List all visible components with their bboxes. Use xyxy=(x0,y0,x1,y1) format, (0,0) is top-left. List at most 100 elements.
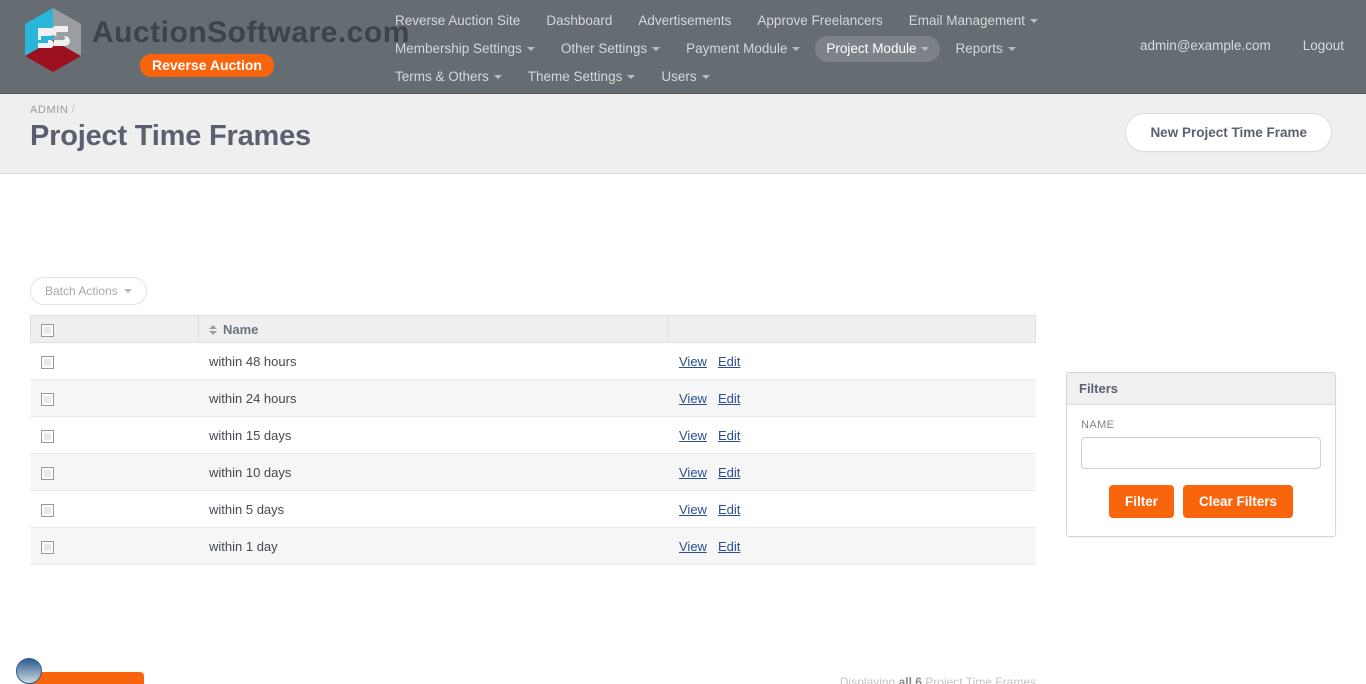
main-content: Batch Actions Name within 48 hours View … xyxy=(0,174,1366,684)
filter-name-input[interactable] xyxy=(1081,437,1321,469)
nav-item-payment-module[interactable]: Payment Module xyxy=(675,36,811,62)
nav-item-theme-settings[interactable]: Theme Settings xyxy=(517,64,647,90)
table-row: within 10 days View Edit xyxy=(30,453,1036,491)
nav-item-advertisements[interactable]: Advertisements xyxy=(627,8,742,34)
nav-label: Approve Freelancers xyxy=(757,13,883,28)
account-area: admin@example.com Logout xyxy=(1140,38,1344,53)
chevron-down-icon xyxy=(123,289,132,293)
nav-item-email-management[interactable]: Email Management xyxy=(898,8,1049,34)
chevron-down-icon xyxy=(526,47,535,51)
displaying-count: all 6 xyxy=(898,675,922,684)
row-select-cell xyxy=(30,379,199,417)
displaying-prefix: Displaying xyxy=(839,675,896,684)
nav-label: Advertisements xyxy=(638,13,732,28)
nav-label: Membership Settings xyxy=(395,41,522,56)
main-menu: Reverse Auction Site Dashboard Advertise… xyxy=(382,7,1152,91)
chevron-down-icon xyxy=(1030,19,1039,23)
row-checkbox[interactable] xyxy=(41,355,54,369)
edit-link[interactable]: Edit xyxy=(718,465,740,480)
nav-item-approve-freelancers[interactable]: Approve Freelancers xyxy=(746,8,893,34)
account-email[interactable]: admin@example.com xyxy=(1140,38,1271,53)
row-checkbox[interactable] xyxy=(41,503,54,517)
row-name-cell: within 24 hours xyxy=(198,379,669,417)
nav-label: Reverse Auction Site xyxy=(395,13,521,28)
top-navigation-bar: AuctionSoftware.com Reverse Auction Reve… xyxy=(0,0,1366,94)
nav-label: Users xyxy=(661,69,697,84)
view-link[interactable]: View xyxy=(679,539,707,554)
nav-label: Payment Module xyxy=(686,41,788,56)
row-actions-cell: View Edit xyxy=(668,416,1036,454)
table-body: within 48 hours View Edit within 24 hours… xyxy=(30,342,1036,565)
as-hexagon-logo-icon xyxy=(22,6,84,74)
nav-item-terms-and-others[interactable]: Terms & Others xyxy=(384,64,513,90)
edit-link[interactable]: Edit xyxy=(718,428,740,443)
table-row: within 48 hours View Edit xyxy=(30,342,1036,380)
view-link[interactable]: View xyxy=(679,465,707,480)
view-link[interactable]: View xyxy=(679,428,707,443)
row-select-cell xyxy=(30,490,199,528)
name-column-header[interactable]: Name xyxy=(198,315,669,343)
edit-link[interactable]: Edit xyxy=(718,539,740,554)
row-select-cell xyxy=(30,342,199,380)
save-report-button[interactable]: Save Report xyxy=(30,672,144,684)
batch-actions-button[interactable]: Batch Actions xyxy=(30,277,147,305)
name-column-label: Name xyxy=(223,321,259,337)
view-link[interactable]: View xyxy=(679,502,707,517)
row-select-cell xyxy=(30,416,199,454)
displaying-count-text: Displaying all 6 Project Time Frames xyxy=(840,675,1036,684)
nav-label: Dashboard xyxy=(546,13,613,28)
project-time-frames-table: Name within 48 hours View Edit within 24 … xyxy=(30,315,1036,565)
row-actions-cell: View Edit xyxy=(668,490,1036,528)
view-link[interactable]: View xyxy=(679,354,707,369)
chevron-down-icon xyxy=(1007,47,1016,51)
row-select-cell xyxy=(30,527,199,565)
row-name-cell: within 5 days xyxy=(198,490,669,528)
nav-item-reports[interactable]: Reports xyxy=(944,36,1026,62)
breadcrumb-separator: / xyxy=(71,104,76,116)
breadcrumb-admin[interactable]: ADMIN xyxy=(30,104,68,116)
nav-item-users[interactable]: Users xyxy=(650,64,720,90)
table-row: within 15 days View Edit xyxy=(30,416,1036,454)
edit-link[interactable]: Edit xyxy=(718,391,740,406)
row-checkbox[interactable] xyxy=(41,429,54,443)
chevron-down-icon xyxy=(493,75,502,79)
row-name-cell: within 1 day xyxy=(198,527,669,565)
nav-label: Other Settings xyxy=(560,41,648,56)
filter-name-label: NAME xyxy=(1081,419,1115,431)
filter-actions: Filter Clear Filters xyxy=(1081,485,1321,518)
new-project-time-frame-button[interactable]: New Project Time Frame xyxy=(1125,113,1332,152)
corner-widget-icon[interactable] xyxy=(16,658,42,684)
view-link[interactable]: View xyxy=(679,391,707,406)
row-name-cell: within 10 days xyxy=(198,453,669,491)
logout-link[interactable]: Logout xyxy=(1303,38,1344,53)
edit-link[interactable]: Edit xyxy=(718,354,740,369)
batch-actions-label: Batch Actions xyxy=(45,284,118,298)
edit-link[interactable]: Edit xyxy=(718,502,740,517)
row-checkbox[interactable] xyxy=(41,392,54,406)
nav-item-project-module[interactable]: Project Module xyxy=(815,36,941,62)
chevron-down-icon xyxy=(701,75,710,79)
clear-filters-button[interactable]: Clear Filters xyxy=(1182,485,1294,518)
filters-panel: Filters NAME Filter Clear Filters xyxy=(1066,372,1336,537)
brand-badge: Reverse Auction xyxy=(140,54,274,77)
chevron-down-icon xyxy=(652,47,661,51)
brand-logo[interactable]: AuctionSoftware.com Reverse Auction xyxy=(22,6,410,77)
nav-item-reverse-auction-site[interactable]: Reverse Auction Site xyxy=(384,8,531,34)
nav-item-other-settings[interactable]: Other Settings xyxy=(550,36,671,62)
row-checkbox[interactable] xyxy=(41,466,54,480)
row-checkbox[interactable] xyxy=(41,540,54,554)
nav-item-membership-settings[interactable]: Membership Settings xyxy=(384,36,546,62)
displaying-suffix: Project Time Frames xyxy=(925,675,1036,684)
select-all-checkbox[interactable] xyxy=(41,323,54,337)
nav-item-dashboard[interactable]: Dashboard xyxy=(535,8,623,34)
row-name-cell: within 15 days xyxy=(198,416,669,454)
filters-panel-title: Filters xyxy=(1067,373,1335,405)
nav-label: Project Module xyxy=(826,41,917,56)
table-row: within 5 days View Edit xyxy=(30,490,1036,528)
chevron-down-icon xyxy=(921,47,930,51)
row-select-cell xyxy=(30,453,199,491)
sort-arrows-icon[interactable] xyxy=(209,325,217,336)
nav-label: Theme Settings xyxy=(527,69,623,84)
filters-panel-body: NAME Filter Clear Filters xyxy=(1067,405,1335,536)
filter-button[interactable]: Filter xyxy=(1108,485,1174,518)
